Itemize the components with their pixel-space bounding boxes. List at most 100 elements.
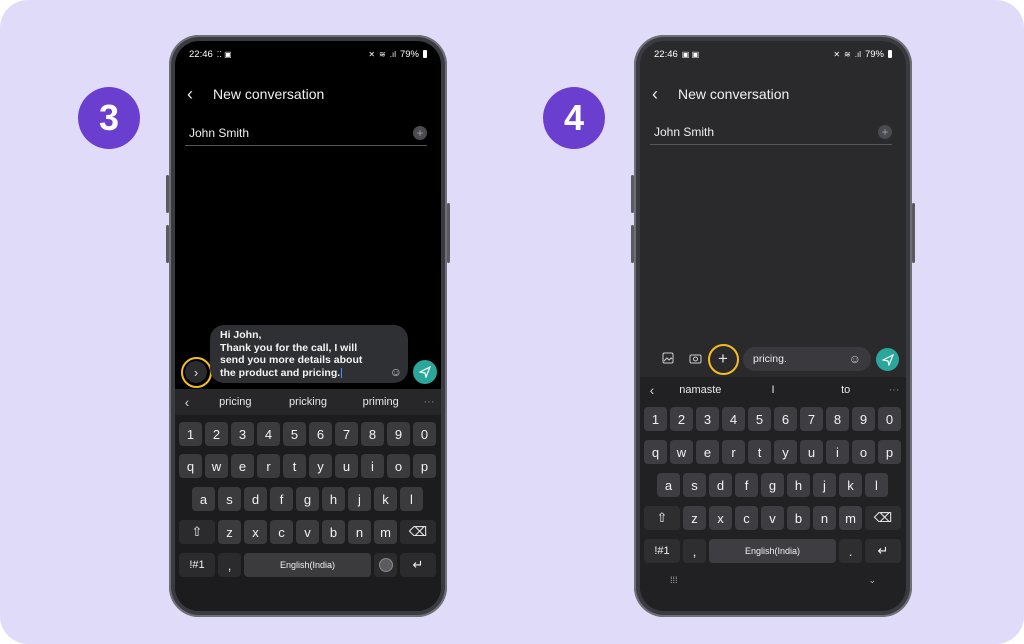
key[interactable]: b bbox=[787, 506, 810, 530]
key[interactable]: q bbox=[179, 454, 202, 478]
key[interactable]: m bbox=[374, 520, 397, 544]
key[interactable]: n bbox=[348, 520, 371, 544]
key[interactable]: o bbox=[852, 440, 875, 464]
key[interactable]: m bbox=[839, 506, 862, 530]
key[interactable]: g bbox=[761, 473, 784, 497]
key[interactable]: h bbox=[322, 487, 345, 511]
keyboard-grid-icon[interactable]: ⁞⁞⁞ bbox=[670, 575, 678, 585]
key[interactable]: d bbox=[244, 487, 267, 511]
symbols-key[interactable]: !#1 bbox=[644, 539, 680, 563]
key[interactable]: q bbox=[644, 440, 667, 464]
key[interactable]: 8 bbox=[361, 422, 384, 446]
key[interactable]: z bbox=[683, 506, 706, 530]
key[interactable]: 8 bbox=[826, 407, 849, 431]
key[interactable]: 0 bbox=[878, 407, 901, 431]
key[interactable]: k bbox=[374, 487, 397, 511]
key[interactable]: 2 bbox=[670, 407, 693, 431]
key[interactable]: r bbox=[257, 454, 280, 478]
recipient-field[interactable]: John Smith + bbox=[185, 121, 427, 146]
key[interactable]: 4 bbox=[722, 407, 745, 431]
key[interactable]: 4 bbox=[257, 422, 280, 446]
add-recipient-icon[interactable]: + bbox=[413, 126, 427, 140]
key[interactable]: a bbox=[657, 473, 680, 497]
comma-key[interactable]: , bbox=[683, 539, 706, 563]
back-arrow-icon[interactable]: ‹ bbox=[187, 85, 203, 103]
key[interactable]: 9 bbox=[852, 407, 875, 431]
key[interactable]: k bbox=[839, 473, 862, 497]
key[interactable]: x bbox=[244, 520, 267, 544]
shift-key[interactable]: ⇧ bbox=[179, 520, 215, 544]
key[interactable]: a bbox=[192, 487, 215, 511]
key[interactable]: 3 bbox=[696, 407, 719, 431]
key[interactable]: 9 bbox=[387, 422, 410, 446]
more-options-icon[interactable]: ··· bbox=[882, 384, 906, 396]
shift-key[interactable]: ⇧ bbox=[644, 506, 680, 530]
key[interactable]: j bbox=[348, 487, 371, 511]
key[interactable]: s bbox=[218, 487, 241, 511]
emoji-icon[interactable]: ☺ bbox=[390, 365, 402, 379]
key[interactable]: p bbox=[878, 440, 901, 464]
key[interactable]: e bbox=[696, 440, 719, 464]
key[interactable]: 5 bbox=[283, 422, 306, 446]
key[interactable]: d bbox=[709, 473, 732, 497]
key[interactable]: c bbox=[735, 506, 758, 530]
key[interactable]: g bbox=[296, 487, 319, 511]
message-input[interactable]: Hi John, Thank you for the call, I will … bbox=[210, 325, 408, 383]
key[interactable]: w bbox=[205, 454, 228, 478]
key[interactable]: l bbox=[400, 487, 423, 511]
period-key[interactable]: . bbox=[839, 539, 862, 563]
key[interactable]: v bbox=[761, 506, 784, 530]
send-button[interactable] bbox=[413, 360, 437, 384]
key[interactable]: t bbox=[748, 440, 771, 464]
collapse-toolbar-icon[interactable]: ‹ bbox=[640, 382, 664, 398]
key[interactable]: y bbox=[309, 454, 332, 478]
add-recipient-icon[interactable]: + bbox=[878, 125, 892, 139]
suggestion-word[interactable]: priming bbox=[344, 396, 417, 408]
key[interactable]: 6 bbox=[774, 407, 797, 431]
key[interactable]: l bbox=[865, 473, 888, 497]
period-key[interactable] bbox=[374, 553, 397, 577]
space-key[interactable]: English(India) bbox=[709, 539, 836, 563]
key[interactable]: 6 bbox=[309, 422, 332, 446]
key[interactable]: s bbox=[683, 473, 706, 497]
key[interactable]: y bbox=[774, 440, 797, 464]
key[interactable]: 7 bbox=[335, 422, 358, 446]
key[interactable]: f bbox=[735, 473, 758, 497]
collapse-toolbar-icon[interactable]: ‹ bbox=[175, 394, 199, 410]
key[interactable]: i bbox=[826, 440, 849, 464]
hide-keyboard-icon[interactable]: ⌄ bbox=[868, 575, 876, 586]
enter-key[interactable]: ↵ bbox=[865, 539, 901, 563]
backspace-key[interactable]: ⌫ bbox=[865, 506, 901, 530]
symbols-key[interactable]: !#1 bbox=[179, 553, 215, 577]
key[interactable]: 2 bbox=[205, 422, 228, 446]
key[interactable]: i bbox=[361, 454, 384, 478]
suggestion-word[interactable]: pricking bbox=[272, 396, 345, 408]
suggestion-word[interactable]: to bbox=[809, 384, 882, 396]
key[interactable]: 1 bbox=[644, 407, 667, 431]
backspace-key[interactable]: ⌫ bbox=[400, 520, 436, 544]
key[interactable]: b bbox=[322, 520, 345, 544]
key[interactable]: x bbox=[709, 506, 732, 530]
key[interactable]: f bbox=[270, 487, 293, 511]
key[interactable]: t bbox=[283, 454, 306, 478]
key[interactable]: 3 bbox=[231, 422, 254, 446]
key[interactable]: c bbox=[270, 520, 293, 544]
key[interactable]: w bbox=[670, 440, 693, 464]
suggestion-word[interactable]: pricing bbox=[199, 396, 272, 408]
key[interactable]: o bbox=[387, 454, 410, 478]
key[interactable]: j bbox=[813, 473, 836, 497]
key[interactable]: u bbox=[335, 454, 358, 478]
suggestion-word[interactable]: I bbox=[737, 384, 810, 396]
message-input[interactable]: pricing. ☺ bbox=[743, 347, 871, 371]
key[interactable]: p bbox=[413, 454, 436, 478]
enter-key[interactable]: ↵ bbox=[400, 553, 436, 577]
key[interactable]: z bbox=[218, 520, 241, 544]
more-options-icon[interactable]: ··· bbox=[417, 396, 441, 408]
key[interactable]: v bbox=[296, 520, 319, 544]
camera-button[interactable] bbox=[687, 350, 703, 366]
recipient-field[interactable]: John Smith + bbox=[650, 120, 892, 145]
key[interactable]: u bbox=[800, 440, 823, 464]
key[interactable]: 5 bbox=[748, 407, 771, 431]
key[interactable]: 7 bbox=[800, 407, 823, 431]
key[interactable]: r bbox=[722, 440, 745, 464]
